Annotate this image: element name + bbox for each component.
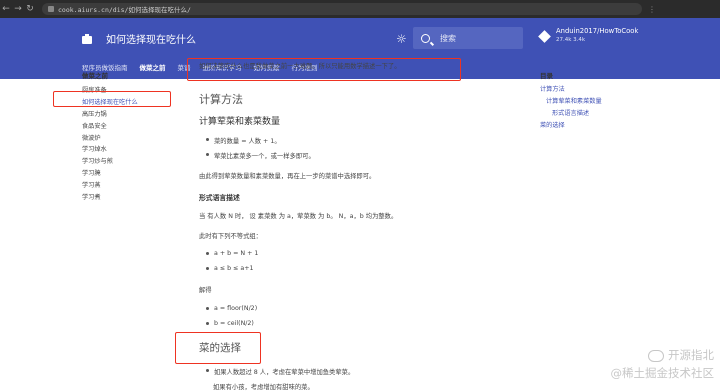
intro-text: 如何决策吃什么也是我做菜之前一大难题。所以只能用数学描述一下了。: [199, 63, 401, 70]
tab-before-cooking[interactable]: 做菜之前: [140, 59, 166, 72]
browser-toolbar: ← → ↻ cook.aiurs.cn/dis/如何选择现在吃什么/ ⋮: [0, 0, 720, 18]
paragraph: 由此得到荤菜数量和素菜数量，再在上一步的菜谱中选择即可。: [199, 173, 376, 180]
heading-count: 计算荤菜和素菜数量: [199, 117, 281, 127]
site-logo-icon[interactable]: [82, 33, 92, 44]
site-header: 如何选择现在吃什么 ☼ 搜索 Anduin2017/HowToCook 27.4…: [0, 18, 720, 59]
sidebar-item-stir-fry[interactable]: 学习炒与煎: [82, 156, 138, 168]
lock-icon: [48, 6, 54, 12]
heading-choose: 菜的选择: [199, 342, 241, 354]
search-placeholder: 搜索: [440, 33, 456, 43]
heading-method: 计算方法: [199, 93, 243, 106]
sidebar-item-blanching[interactable]: 学习焯水: [82, 144, 138, 156]
search-icon: [421, 33, 430, 43]
paragraph: 当 有人数 N 时， 设 素菜数 为 a，荤菜数 为 b。 N，a，b 均为整数…: [199, 213, 398, 220]
list-item: 如果人数超过 8 人，考虑在荤菜中增加鱼类荤菜。: [204, 367, 354, 376]
github-icon: [538, 30, 551, 43]
watermark-line-1: 开源指北: [668, 348, 714, 362]
repo-name: Anduin2017/HowToCook: [556, 27, 639, 35]
site-title: 如何选择现在吃什么: [106, 35, 196, 46]
watermark-line-2: @稀土掘金技术社区: [610, 366, 715, 380]
back-icon[interactable]: ←: [0, 4, 12, 14]
toc-item-count[interactable]: 计算荤菜和素菜数量: [540, 96, 602, 108]
toc-item-choose[interactable]: 菜的选择: [540, 120, 602, 132]
reload-icon[interactable]: ↻: [24, 4, 36, 14]
toc-title: 目录: [540, 72, 553, 80]
list-item: a + b = N + 1: [204, 250, 258, 257]
extensions-icon[interactable]: ⋮: [648, 5, 656, 14]
table-of-contents: 目录 计算方法 计算荤菜和素菜数量 形式语言描述 菜的选择: [540, 70, 602, 132]
toc-item-method[interactable]: 计算方法: [540, 84, 602, 96]
theme-toggle-icon[interactable]: ☼: [396, 32, 407, 46]
address-bar[interactable]: cook.aiurs.cn/dis/如何选择现在吃什么/: [42, 3, 642, 15]
sidebar-section-title: 做菜之前: [82, 72, 108, 80]
list-item: a = floor(N/2): [204, 305, 257, 312]
paragraph: 如果有小孩，考虑增加有甜味的菜。: [213, 384, 314, 391]
paragraph: 此时有下列不等式组：: [199, 233, 262, 240]
search-box[interactable]: 搜索: [413, 27, 523, 49]
heading-formal: 形式语言描述: [199, 194, 240, 202]
toc-item-formal[interactable]: 形式语言描述: [540, 108, 602, 120]
sidebar-item-marinate[interactable]: 学习腌: [82, 168, 138, 180]
watermark: 开源指北 @稀土掘金技术社区: [594, 346, 715, 382]
repo-link[interactable]: Anduin2017/HowToCook 27.4k 3.4k: [538, 27, 639, 43]
url-text: cook.aiurs.cn/dis/如何选择现在吃什么/: [58, 6, 191, 14]
list-item: 荤菜比素菜多一个，或一样多即可。: [204, 151, 315, 160]
sidebar-item-boil[interactable]: 学习煮: [82, 192, 138, 204]
wechat-icon: [648, 349, 664, 362]
forward-icon[interactable]: →: [12, 4, 24, 14]
list-item: a ≤ b ≤ a+1: [204, 265, 254, 272]
list-item: b = ceil(N/2): [204, 320, 254, 327]
list-item: 菜的数量 = 人数 + 1。: [204, 136, 281, 145]
repo-stats: 27.4k 3.4k: [556, 37, 586, 43]
sidebar-item-steam[interactable]: 学习蒸: [82, 180, 138, 192]
sidebar-item-pressure-cooker[interactable]: 高压力锅: [82, 109, 138, 121]
paragraph: 解得: [199, 287, 212, 294]
sidebar-item-food-safety[interactable]: 食品安全: [82, 121, 138, 133]
sidebar-item-microwave[interactable]: 微波炉: [82, 133, 138, 145]
highlight-box-sidebar: [53, 91, 171, 107]
